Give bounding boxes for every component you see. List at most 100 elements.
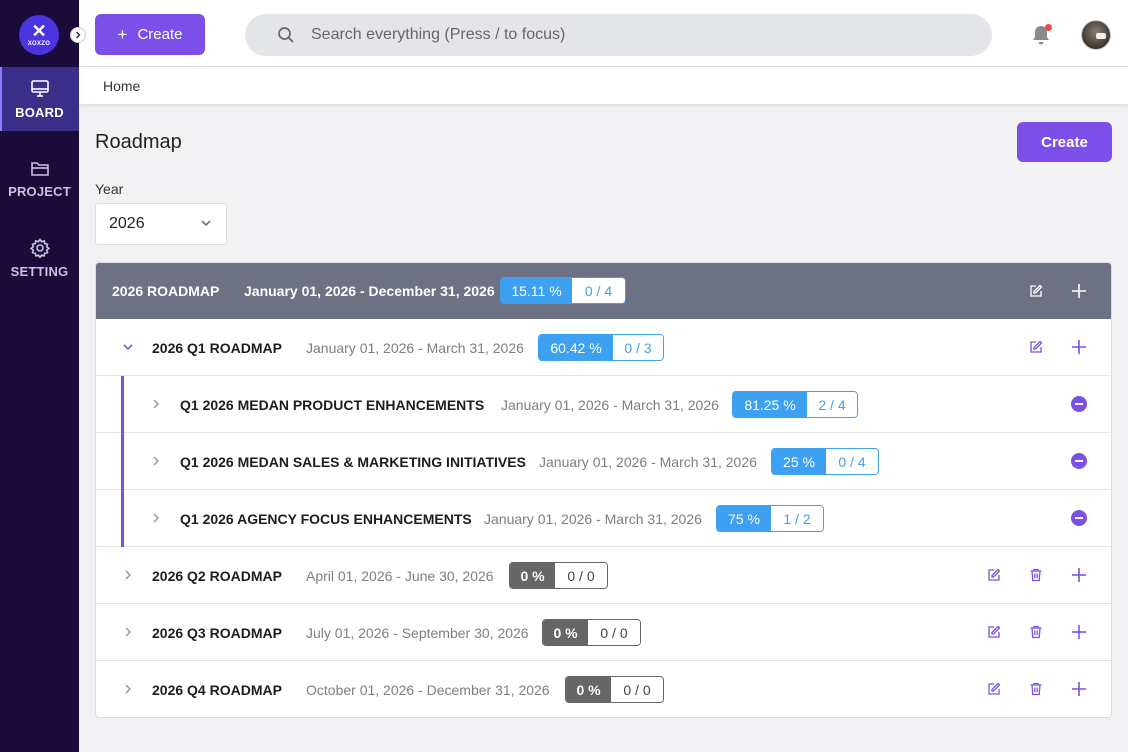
year-select[interactable]: 2026 [95,203,227,245]
plus-icon [1072,568,1086,582]
remove-button[interactable] [1071,396,1087,412]
plus-icon [1072,284,1086,298]
roadmap-q2-row[interactable]: 2026 Q2 ROADMAP April 01, 2026 - June 30… [96,547,1111,604]
add-button[interactable] [1069,337,1089,357]
search-placeholder: Search everything (Press / to focus) [311,26,566,43]
roadmap-q3-row[interactable]: 2026 Q3 ROADMAP July 01, 2026 - Septembe… [96,604,1111,661]
brand-logo[interactable]: ✕ XOXZO [19,15,59,55]
sidebar-item-setting[interactable]: SETTING [0,226,79,290]
plus-icon [1072,682,1086,696]
roadmap-date: October 01, 2026 - December 31, 2026 [306,681,550,698]
logo-text: XOXZO [27,41,51,47]
search-input[interactable]: Search everything (Press / to focus) [245,14,992,56]
sidebar-collapse-button[interactable] [70,27,86,43]
subitem-indent-line [121,376,124,547]
chevron-right-icon[interactable] [121,682,135,696]
roadmap-name: 2026 Q1 ROADMAP [152,339,282,356]
notification-button[interactable] [1031,24,1053,46]
edit-icon [1030,340,1043,353]
chevron-right-icon[interactable] [149,511,163,525]
chevron-right-icon[interactable] [121,568,135,582]
chevron-right-icon[interactable] [121,625,135,639]
edit-button[interactable] [1026,281,1046,301]
sidebar-item-project[interactable]: PROJECT [0,147,79,211]
roadmap-date: January 01, 2026 - March 31, 2026 [539,453,757,470]
edit-icon [988,682,1001,695]
roadmap-name: 2026 Q2 ROADMAP [152,567,282,584]
delete-button[interactable] [1026,622,1046,642]
roadmap-date: January 01, 2026 - December 31, 2026 [244,283,495,299]
roadmap-date: January 01, 2026 - March 31, 2026 [306,339,524,356]
add-button[interactable] [1069,622,1089,642]
add-button[interactable] [1069,281,1089,301]
roadmap-year-row[interactable]: 2026 ROADMAP January 01, 2026 - December… [96,263,1111,319]
sidebar-item-label: PROJECT [8,183,71,199]
roadmap-q4-row[interactable]: 2026 Q4 ROADMAP October 01, 2026 - Decem… [96,661,1111,717]
progress-count: 0 / 0 [555,563,607,588]
folder-icon [30,161,49,176]
edit-button[interactable] [1026,337,1046,357]
delete-button[interactable] [1026,565,1046,585]
roadmap-q1-row[interactable]: 2026 Q1 ROADMAP January 01, 2026 - March… [96,319,1111,376]
edit-button[interactable] [984,565,1004,585]
delete-button[interactable] [1026,679,1046,699]
roadmap-subitem-row[interactable]: Q1 2026 AGENCY FOCUS ENHANCEMENTS Januar… [96,490,1111,547]
monitor-icon [30,79,49,97]
roadmap-name: 2026 ROADMAP [112,283,220,299]
roadmap-date: July 01, 2026 - September 30, 2026 [306,624,529,641]
roadmap-table: 2026 ROADMAP January 01, 2026 - December… [95,262,1112,718]
edit-button[interactable] [984,622,1004,642]
sidebar-item-board[interactable]: BOARD [0,67,79,131]
topbar: + Create Search everything (Press / to f… [79,0,1128,67]
edit-icon [1030,284,1043,297]
progress-badge: 15.11 % 0 / 4 [500,277,626,304]
progress-percent: 25 % [772,449,826,474]
chevron-right-icon[interactable] [149,454,163,468]
progress-badge: 0 % 0 / 0 [565,676,664,703]
avatar[interactable] [1081,20,1111,50]
create-button-top[interactable]: + Create [95,14,205,55]
roadmap-subitem-row[interactable]: Q1 2026 MEDAN SALES & MARKETING INITIATI… [96,433,1111,490]
breadcrumb: Home [79,67,1128,104]
breadcrumb-home[interactable]: Home [103,78,140,94]
roadmap-name: Q1 2026 MEDAN PRODUCT ENHANCEMENTS [180,396,485,413]
progress-count: 0 / 4 [826,449,878,474]
progress-count: 0 / 3 [613,335,663,360]
roadmap-name: 2026 Q4 ROADMAP [152,681,282,698]
sidebar: ✕ XOXZO BOARD PROJECT SETTING [0,0,79,752]
remove-button[interactable] [1071,510,1087,526]
progress-badge: 75 % 1 / 2 [716,505,824,532]
chevron-right-icon [75,31,81,39]
add-button[interactable] [1069,679,1089,699]
roadmap-name: 2026 Q3 ROADMAP [152,624,282,641]
chevron-down-icon [201,220,211,227]
progress-badge: 0 % 0 / 0 [542,619,641,646]
progress-percent: 0 % [566,677,611,702]
progress-count: 1 / 2 [771,506,823,531]
chevron-down-icon[interactable] [121,340,135,354]
roadmap-date: January 01, 2026 - March 31, 2026 [501,396,719,413]
remove-button[interactable] [1071,453,1087,469]
edit-icon [988,568,1001,581]
progress-percent: 81.25 % [733,392,807,417]
chevron-right-icon[interactable] [149,397,163,411]
progress-percent: 0 % [510,563,555,588]
create-roadmap-button[interactable]: Create [1017,122,1112,162]
gear-icon [29,237,50,258]
sidebar-item-label: BOARD [15,104,64,120]
add-button[interactable] [1069,565,1089,585]
progress-count: 2 / 4 [807,392,857,417]
logo-mark: ✕ [31,21,47,41]
edit-button[interactable] [984,679,1004,699]
roadmap-date: April 01, 2026 - June 30, 2026 [306,567,494,584]
roadmap-subitem-row[interactable]: Q1 2026 MEDAN PRODUCT ENHANCEMENTS Janua… [96,376,1111,433]
progress-badge: 25 % 0 / 4 [771,448,879,475]
sidebar-item-label: SETTING [10,263,69,279]
progress-percent: 60.42 % [539,335,613,360]
page-title: Roadmap [95,131,182,153]
progress-count: 0 / 0 [611,677,663,702]
roadmap-name: Q1 2026 MEDAN SALES & MARKETING INITIATI… [180,453,526,470]
progress-badge: 60.42 % 0 / 3 [538,334,664,361]
year-label: Year [95,181,124,197]
year-value: 2026 [109,215,145,232]
